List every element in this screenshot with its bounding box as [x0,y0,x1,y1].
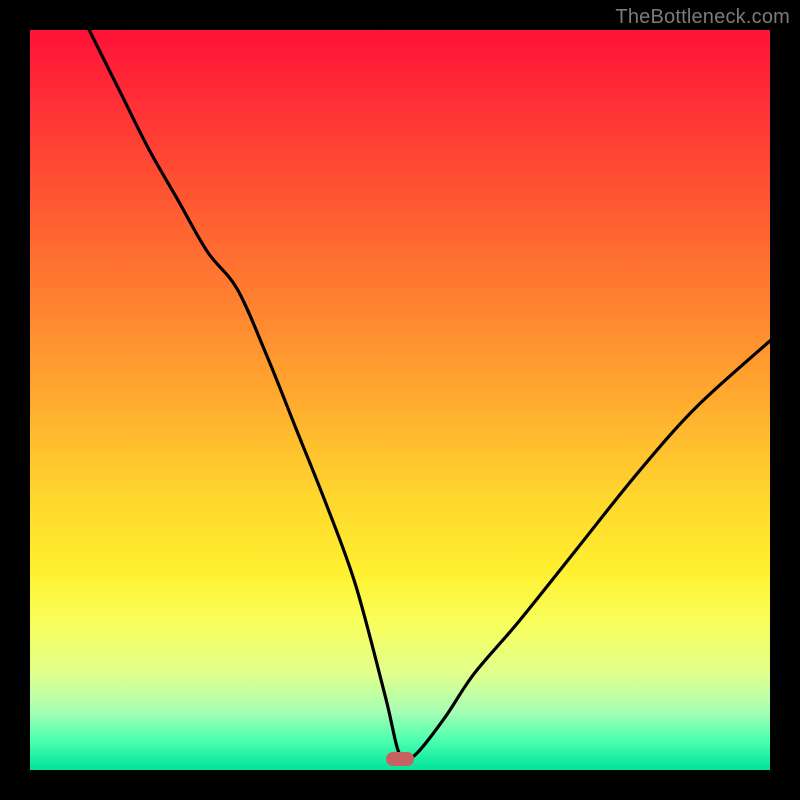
bottleneck-curve [30,30,770,770]
plot-area [30,30,770,770]
curve-path [89,30,770,761]
optimal-marker [386,752,414,766]
watermark-text: TheBottleneck.com [615,6,790,29]
chart-frame: TheBottleneck.com [0,0,800,800]
